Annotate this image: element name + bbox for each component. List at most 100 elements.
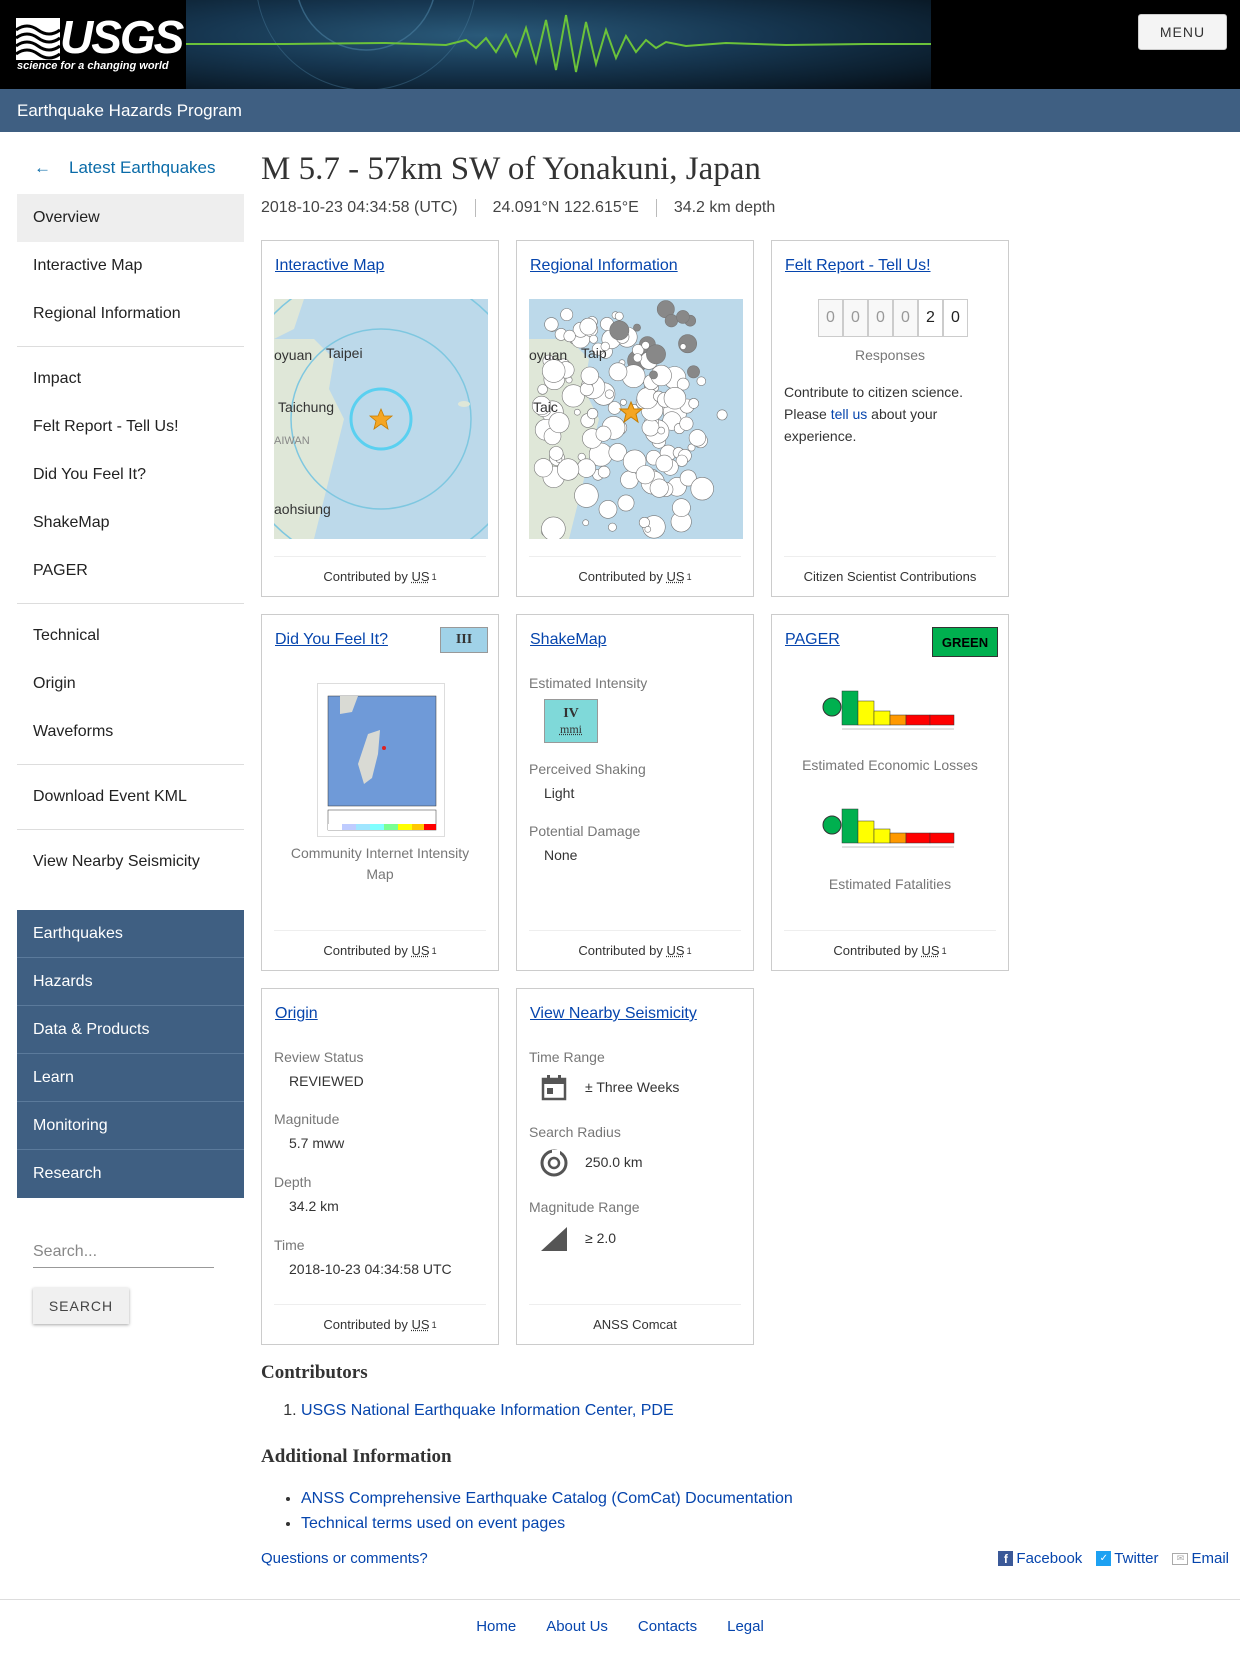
sidebar-item-waveforms[interactable]: Waveforms xyxy=(17,708,244,756)
twitter-share[interactable]: ✓ Twitter xyxy=(1096,1550,1158,1567)
email-link[interactable]: Email xyxy=(1191,1550,1229,1567)
map-label: oyuan xyxy=(274,347,313,363)
sidebar-item-regional-information[interactable]: Regional Information xyxy=(17,290,244,338)
sidebar-item-origin[interactable]: Origin xyxy=(17,660,244,708)
seismicity-marker xyxy=(580,366,599,385)
sidebar: ← Latest Earthquakes Overview Interactiv… xyxy=(17,150,244,1324)
search-input[interactable] xyxy=(33,1236,214,1268)
sidebar-item-pager[interactable]: PAGER xyxy=(17,547,244,595)
perceived-shaking-label: Perceived Shaking xyxy=(529,761,646,777)
dyfi-map-thumbnail[interactable] xyxy=(317,683,445,837)
facebook-share[interactable]: f Facebook xyxy=(998,1550,1082,1567)
seismicity-marker xyxy=(595,425,612,442)
source-us: US xyxy=(666,569,685,584)
seismicity-marker xyxy=(632,353,643,363)
search-button[interactable]: SEARCH xyxy=(33,1288,129,1324)
facebook-icon: f xyxy=(998,1551,1014,1566)
contributor-link[interactable]: USGS National Earthquake Information Cen… xyxy=(301,1402,674,1419)
seismicity-marker xyxy=(620,398,627,406)
contributors-heading: Contributors xyxy=(261,1362,368,1383)
fatalities-histogram[interactable] xyxy=(822,803,962,859)
logo-wordmark: USGS xyxy=(60,11,184,63)
seismicity-marker xyxy=(646,344,666,365)
sidebar-item-overview[interactable]: Overview xyxy=(17,194,244,242)
seismicity-marker xyxy=(563,329,576,343)
sidebar-item-technical[interactable]: Technical xyxy=(17,612,244,660)
dyfi-caption: Community Internet Intensity Map xyxy=(290,845,470,882)
event-time: 2018-10-23 04:34:58 (UTC) xyxy=(261,199,458,216)
facebook-link[interactable]: Facebook xyxy=(1016,1550,1082,1567)
seismicity-marker xyxy=(533,458,553,478)
felt-report-text: Contribute to citizen science. Please te… xyxy=(784,381,996,447)
sidebar-item-felt-report[interactable]: Felt Report - Tell Us! xyxy=(17,403,244,451)
dyfi-intensity-badge: III xyxy=(440,627,488,653)
sidebar-item-nearby-seismicity[interactable]: View Nearby Seismicity xyxy=(17,838,244,886)
program-bar: Earthquake Hazards Program xyxy=(0,89,1240,132)
counter-digit: 0 xyxy=(893,299,918,337)
footer-about-link[interactable]: About Us xyxy=(546,1618,608,1635)
menu-button[interactable]: MENU xyxy=(1138,14,1227,50)
source-ref: 1 xyxy=(431,1319,437,1330)
email-share[interactable]: ✉ Email xyxy=(1172,1550,1229,1567)
nav-research[interactable]: Research xyxy=(17,1150,244,1198)
sidebar-item-download-kml[interactable]: Download Event KML xyxy=(17,773,244,821)
radius-icon xyxy=(540,1149,568,1177)
origin-link[interactable]: Origin xyxy=(275,1005,318,1023)
seismicity-marker xyxy=(589,334,598,344)
card-interactive-map: Interactive Map oyuan Taipei Taichung AI… xyxy=(261,240,499,597)
shakemap-intensity-badge: IV mmi xyxy=(544,699,598,743)
nav-hazards[interactable]: Hazards xyxy=(17,958,244,1006)
dyfi-link[interactable]: Did You Feel It? xyxy=(275,631,388,649)
nav-data-products[interactable]: Data & Products xyxy=(17,1006,244,1054)
footer-home-link[interactable]: Home xyxy=(476,1618,516,1635)
depth-value: 34.2 km xyxy=(289,1198,339,1214)
footer-contacts-link[interactable]: Contacts xyxy=(638,1618,697,1635)
source-ref: 1 xyxy=(941,945,947,956)
tell-us-link[interactable]: tell us xyxy=(831,406,868,422)
social-links: f Facebook ✓ Twitter ✉ Email xyxy=(998,1550,1229,1567)
twitter-icon: ✓ xyxy=(1096,1551,1112,1566)
seismicity-marker xyxy=(608,362,628,382)
sidebar-item-dyfi[interactable]: Did You Feel It? xyxy=(17,451,244,499)
seismicity-marker xyxy=(688,398,699,409)
twitter-link[interactable]: Twitter xyxy=(1114,1550,1158,1567)
shakemap-link[interactable]: ShakeMap xyxy=(530,631,607,649)
event-main: M 5.7 - 57km SW of Yonakuni, Japan 2018-… xyxy=(261,150,1229,1574)
site-header: USGS science for a changing world MENU xyxy=(0,0,1240,89)
seismicity-marker xyxy=(649,370,658,380)
seismicity-marker xyxy=(688,429,706,447)
potential-damage-value: None xyxy=(544,847,578,863)
nav-monitoring[interactable]: Monitoring xyxy=(17,1102,244,1150)
latest-earthquakes-link[interactable]: ← Latest Earthquakes xyxy=(17,150,244,186)
seismicity-marker xyxy=(663,386,687,410)
felt-report-link[interactable]: Felt Report - Tell Us! xyxy=(785,257,931,275)
seismicity-marker xyxy=(678,334,698,354)
economic-losses-histogram[interactable] xyxy=(822,685,962,741)
program-title[interactable]: Earthquake Hazards Program xyxy=(17,101,242,121)
comcat-docs-link[interactable]: ANSS Comprehensive Earthquake Catalog (C… xyxy=(301,1490,793,1507)
usgs-logo[interactable]: USGS science for a changing world xyxy=(0,0,186,89)
contributed-label: Contributed by xyxy=(323,569,408,584)
contributors-section: Contributors USGS National Earthquake In… xyxy=(261,1362,1221,1420)
sidebar-divider xyxy=(17,346,244,347)
sidebar-item-impact[interactable]: Impact xyxy=(17,355,244,403)
event-summary: 2018-10-23 04:34:58 (UTC) 24.091°N 122.6… xyxy=(261,196,1221,220)
technical-terms-link[interactable]: Technical terms used on event pages xyxy=(301,1515,565,1532)
regional-map-thumbnail[interactable]: oyuan Taip Taic xyxy=(529,299,743,539)
seismicity-marker xyxy=(633,323,641,332)
nav-earthquakes[interactable]: Earthquakes xyxy=(17,910,244,958)
perceived-shaking-value: Light xyxy=(544,785,575,801)
source-us: US xyxy=(411,943,430,958)
regional-information-link[interactable]: Regional Information xyxy=(530,257,678,275)
interactive-map-thumbnail[interactable]: oyuan Taipei Taichung AIWAN aohsiung xyxy=(274,299,488,539)
questions-link[interactable]: Questions or comments? xyxy=(261,1550,428,1567)
nav-learn[interactable]: Learn xyxy=(17,1054,244,1102)
interactive-map-link[interactable]: Interactive Map xyxy=(275,257,384,275)
page-bottom-row: Questions or comments? f Facebook ✓ Twit… xyxy=(261,1550,1229,1574)
nearby-seismicity-link[interactable]: View Nearby Seismicity xyxy=(530,1005,697,1023)
pager-link[interactable]: PAGER xyxy=(785,631,840,649)
sidebar-item-interactive-map[interactable]: Interactive Map xyxy=(17,242,244,290)
sidebar-item-shakemap[interactable]: ShakeMap xyxy=(17,499,244,547)
footer-legal-link[interactable]: Legal xyxy=(727,1618,764,1635)
source-us: US xyxy=(666,943,685,958)
